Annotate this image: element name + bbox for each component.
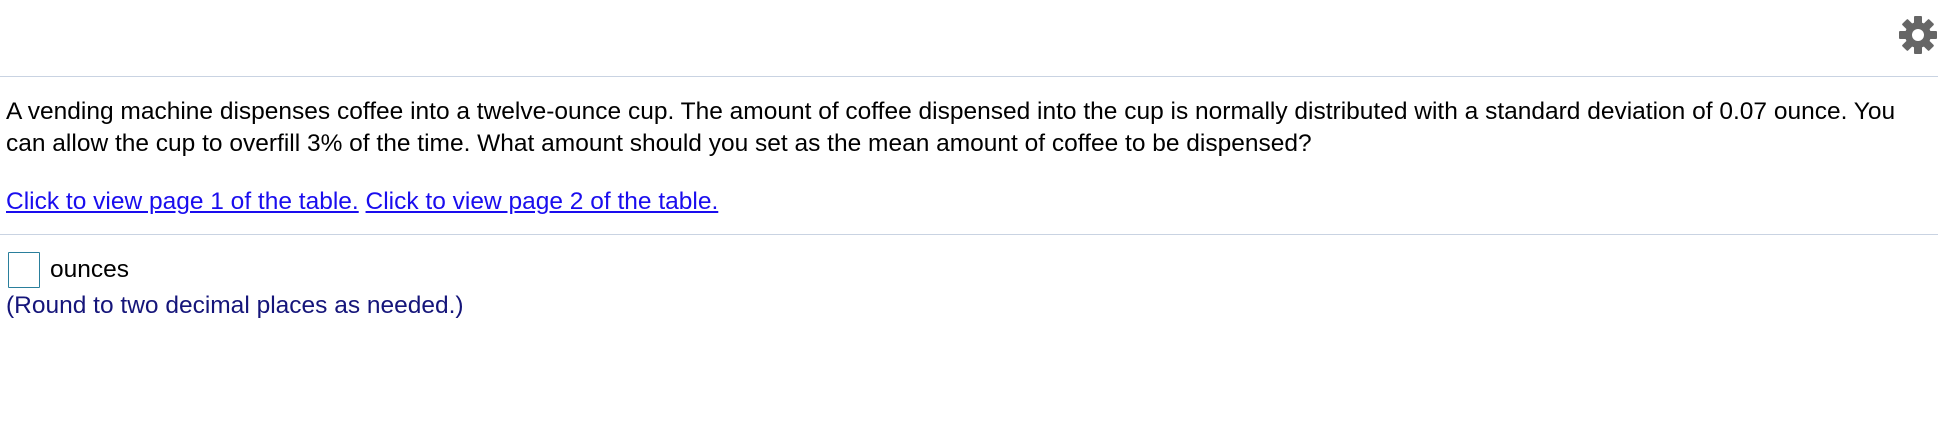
table-page-1-link[interactable]: Click to view page 1 of the table. [6, 188, 359, 215]
table-links: Click to view page 1 of the table. Click… [6, 186, 718, 218]
page: A vending machine dispenses coffee into … [0, 0, 1938, 430]
top-toolbar [0, 0, 1938, 77]
section-divider [0, 234, 1938, 235]
gear-icon[interactable] [1898, 15, 1938, 55]
rounding-hint: (Round to two decimal places as needed.) [6, 292, 464, 319]
table-page-2-link[interactable]: Click to view page 2 of the table. [366, 188, 719, 215]
answer-unit-label: ounces [50, 256, 130, 283]
question-text: A vending machine dispenses coffee into … [6, 98, 1896, 157]
answer-input[interactable] [8, 252, 40, 288]
answer-row: ounces [8, 251, 129, 289]
